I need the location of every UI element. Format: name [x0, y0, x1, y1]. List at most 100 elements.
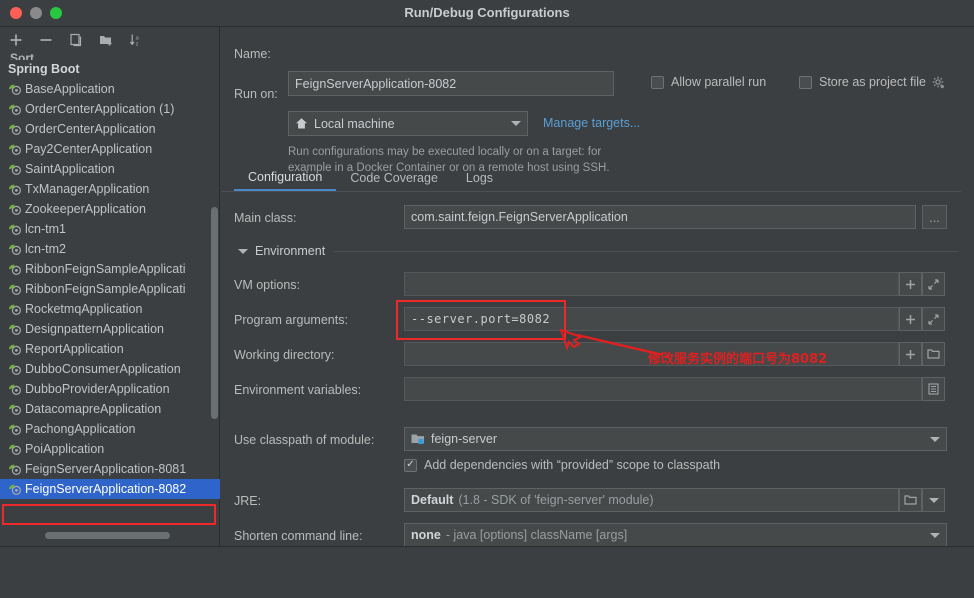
sidebar-item[interactable]: PoiApplication — [0, 439, 220, 459]
sidebar-item[interactable]: FeignServerApplication-8081 — [0, 459, 220, 479]
sidebar-item-label: OrderCenterApplication (1) — [25, 102, 175, 116]
manage-targets-link[interactable]: Manage targets... — [543, 116, 640, 130]
sort-az-icon[interactable]: az — [127, 31, 145, 49]
name-input[interactable]: FeignServerApplication-8082 — [288, 71, 614, 96]
chevron-down-icon[interactable] — [928, 497, 939, 503]
sidebar-item[interactable]: SaintApplication — [0, 159, 220, 179]
configuration-tabs[interactable]: Configuration Code Coverage Logs — [234, 165, 507, 191]
environment-variables-label: Environment variables: — [234, 383, 362, 397]
configurations-tree[interactable]: Spring Boot BaseApplication OrderCenterAp… — [0, 60, 220, 528]
jre-dropdown[interactable]: Default (1.8 - SDK of 'feign-server' mod… — [404, 488, 899, 512]
remove-configuration-button[interactable] — [37, 31, 55, 49]
environment-variables-input[interactable] — [404, 377, 922, 401]
program-arguments-label: Program arguments: — [234, 313, 348, 327]
allow-parallel-run-row[interactable]: Allow parallel run — [651, 75, 766, 89]
sidebar-item[interactable]: FeignServerApplication-8082 — [0, 479, 220, 499]
jre-dropdown-button[interactable] — [922, 488, 945, 512]
shorten-command-line-dropdown[interactable]: none - java [options] className [args] — [404, 523, 947, 547]
environment-section-title: Environment — [255, 244, 326, 258]
chevron-down-icon[interactable] — [930, 436, 940, 442]
sidebar-item[interactable]: ZookeeperApplication — [0, 199, 220, 219]
sidebar-item[interactable]: DubboConsumerApplication — [0, 359, 220, 379]
gear-icon[interactable] — [932, 76, 945, 89]
store-as-project-file-row[interactable]: Store as project file — [799, 75, 945, 89]
vm-options-expand-button[interactable] — [922, 272, 945, 296]
sidebar-item[interactable]: OrderCenterApplication — [0, 119, 220, 139]
jre-value-hint: (1.8 - SDK of 'feign-server' module) — [458, 493, 654, 507]
shorten-cmd-hint: - java [options] className [args] — [445, 528, 628, 542]
spring-boot-icon — [8, 122, 22, 136]
copy-configuration-button[interactable] — [67, 31, 85, 49]
program-arguments-add-button[interactable] — [899, 307, 922, 331]
chevron-down-icon[interactable] — [238, 248, 248, 254]
folder-add-icon[interactable] — [97, 31, 115, 49]
sidebar-item[interactable]: Pay2CenterApplication — [0, 139, 220, 159]
environment-variables-edit-button[interactable] — [922, 377, 945, 401]
use-classpath-dropdown[interactable]: feign-server — [404, 427, 947, 451]
spring-boot-icon — [8, 142, 22, 156]
sidebar-item-label: OrderCenterApplication — [25, 122, 156, 136]
sidebar-item[interactable]: DatacomapreApplication — [0, 399, 220, 419]
sidebar-item[interactable]: PachongApplication — [0, 419, 220, 439]
sidebar-item[interactable]: DesignpatternApplication — [0, 319, 220, 339]
sidebar-item[interactable]: TxManagerApplication — [0, 179, 220, 199]
jre-browse-button[interactable] — [899, 488, 922, 512]
sidebar-item[interactable]: lcn-tm1 — [0, 219, 220, 239]
sidebar-item-label: Pay2CenterApplication — [25, 142, 153, 156]
sidebar-vertical-scrollbar[interactable] — [211, 207, 218, 419]
working-directory-browse-button[interactable] — [922, 342, 945, 366]
chevron-down-icon[interactable] — [511, 121, 521, 126]
spring-boot-icon — [8, 202, 22, 216]
sidebar-item[interactable]: BaseApplication — [0, 79, 220, 99]
sidebar-item-label: ZookeeperApplication — [25, 202, 146, 216]
store-as-project-file-checkbox[interactable] — [799, 75, 812, 89]
add-dependencies-label: Add dependencies with “provided” scope t… — [424, 458, 721, 472]
group-header-spring-boot[interactable]: Spring Boot — [0, 60, 220, 79]
vm-options-label: VM options: — [234, 278, 301, 292]
window-title: Run/Debug Configurations — [404, 5, 570, 20]
run-on-dropdown[interactable]: Local machine — [288, 111, 528, 136]
tab-configuration[interactable]: Configuration — [234, 165, 337, 191]
add-configuration-button[interactable] — [7, 31, 25, 49]
vm-options-input[interactable] — [404, 272, 899, 296]
main-class-browse-button[interactable]: ... — [922, 205, 947, 229]
sidebar-item[interactable]: RibbonFeignSampleApplicati — [0, 279, 220, 299]
sidebar-item-label: BaseApplication — [25, 82, 115, 96]
run-on-label: Run on: — [234, 87, 278, 101]
sidebar-item[interactable]: OrderCenterApplication (1) — [0, 99, 220, 119]
sidebar-item[interactable]: DubboProviderApplication — [0, 379, 220, 399]
main-class-input[interactable]: com.saint.feign.FeignServerApplication — [404, 205, 916, 229]
sidebar-item-label: ReportApplication — [25, 342, 124, 356]
sidebar-item[interactable]: RibbonFeignSampleApplicati — [0, 259, 220, 279]
run-on-description-line1: Run configurations may be executed local… — [288, 146, 602, 158]
jre-value: Default — [411, 493, 454, 507]
environment-section-header[interactable]: Environment — [238, 244, 958, 258]
sidebar-toolbar: az — [0, 27, 220, 53]
sidebar-horizontal-scrollbar[interactable] — [45, 532, 170, 539]
sidebar-item[interactable]: RocketmqApplication — [0, 299, 220, 319]
spring-boot-icon — [8, 222, 22, 236]
working-directory-label: Working directory: — [234, 348, 335, 362]
module-icon — [411, 433, 425, 445]
tab-logs[interactable]: Logs — [452, 165, 507, 191]
sidebar-item-label: DatacomapreApplication — [25, 402, 162, 416]
allow-parallel-run-label: Allow parallel run — [671, 75, 767, 89]
run-debug-configurations-dialog: Run/Debug Configurations az Sort Spring … — [0, 0, 974, 598]
sidebar-item-label: TxManagerApplication — [25, 182, 150, 196]
working-directory-add-button[interactable] — [899, 342, 922, 366]
add-dependencies-checkbox[interactable]: ✓ — [404, 458, 417, 472]
vm-options-add-button[interactable] — [899, 272, 922, 296]
chevron-down-icon[interactable] — [930, 532, 940, 538]
tab-code-coverage[interactable]: Code Coverage — [336, 165, 452, 191]
sidebar-item[interactable]: ReportApplication — [0, 339, 220, 359]
add-dependencies-row[interactable]: ✓ Add dependencies with “provided” scope… — [404, 458, 720, 472]
spring-boot-icon — [8, 282, 22, 296]
sidebar-item[interactable]: lcn-tm2 — [0, 239, 220, 259]
svg-text:z: z — [136, 41, 139, 47]
spring-boot-icon — [8, 302, 22, 316]
program-arguments-expand-button[interactable] — [922, 307, 945, 331]
allow-parallel-run-checkbox[interactable] — [651, 75, 664, 89]
sidebar-item-label: RibbonFeignSampleApplicati — [25, 262, 186, 276]
configurations-sidebar: az Sort Spring Boot BaseApplication Order… — [0, 27, 220, 567]
jre-label: JRE: — [234, 494, 262, 508]
